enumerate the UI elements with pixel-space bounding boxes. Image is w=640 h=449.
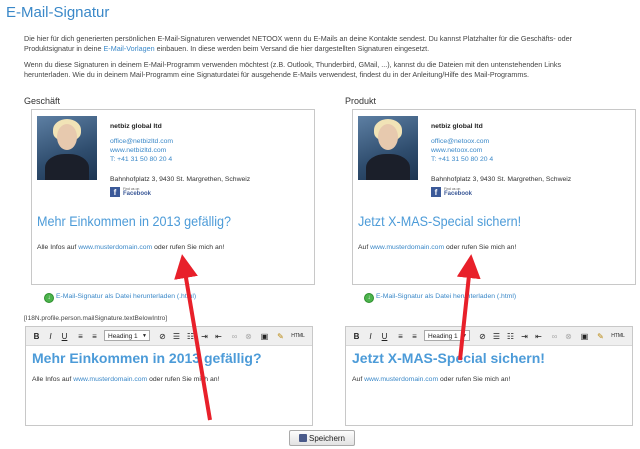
html-source-button[interactable]: HTML: [608, 330, 628, 343]
domain-link[interactable]: www.musterdomain.com: [370, 244, 444, 251]
signature-subline: Alle Infos auf www.musterdomain.com oder…: [37, 244, 225, 251]
underline-button[interactable]: U: [58, 330, 71, 343]
bold-button[interactable]: B: [30, 330, 43, 343]
signature-preview-business: netbiz global ltd office@netbizltd.com w…: [31, 109, 315, 285]
html-source-button[interactable]: HTML: [288, 330, 308, 343]
page-title: E-Mail-Signatur: [6, 4, 110, 21]
signature-editor-business[interactable]: B I U ≡ ≡ Heading 1 ▼ ⊘ ☰ ☷ ⇥ ⇤ ∞ ⊗ ▣ ✎ H…: [25, 326, 313, 426]
save-button[interactable]: Speichern: [289, 430, 355, 446]
format-select[interactable]: Heading 1 ▼: [104, 330, 150, 341]
signature-headline: Jetzt X-MAS-Special sichern!: [358, 213, 522, 229]
editor-subline[interactable]: Alle Infos auf www.musterdomain.com oder…: [32, 376, 219, 383]
email-link[interactable]: office@netbizltd.com: [110, 138, 173, 145]
phone-number: T: +41 31 50 80 20 4: [110, 156, 173, 163]
editor-toolbar: B I U ≡ ≡ Heading 1 ▼ ⊘ ☰ ☷ ⇥ ⇤ ∞ ⊗ ▣ ✎ H…: [26, 327, 312, 346]
chevron-down-icon: ▼: [142, 333, 147, 339]
profile-photo: [37, 116, 97, 180]
indent-icon[interactable]: ⇥: [198, 330, 211, 343]
facebook-icon: f: [431, 187, 441, 197]
domain-link[interactable]: www.musterdomain.com: [73, 376, 147, 383]
download-icon: ↓: [364, 293, 374, 303]
editor-toolbar: B I U ≡ ≡ Heading 1 ▼ ⊘ ☰ ☷ ⇥ ⇤ ∞ ⊗ ▣ ✎ H…: [346, 327, 632, 346]
address: Bahnhofplatz 3, 9430 St. Margrethen, Sch…: [431, 176, 572, 183]
facebook-icon: f: [110, 187, 120, 197]
download-link-product[interactable]: ↓ E-Mail-Signatur als Datei herunterladen…: [364, 293, 516, 303]
align-left-icon[interactable]: ≡: [394, 330, 407, 343]
link-icon[interactable]: ∞: [548, 330, 561, 343]
email-link[interactable]: office@netoox.com: [431, 138, 489, 145]
intro-paragraph-1: Die hier für dich generierten persönlich…: [24, 34, 572, 53]
italic-button[interactable]: I: [44, 330, 57, 343]
editor-headline[interactable]: Mehr Einkommen in 2013 gefällig?: [32, 350, 262, 366]
email-templates-link[interactable]: E-Mail-Vorlagen: [104, 44, 155, 53]
signature-preview-product: netbiz global ltd office@netoox.com www.…: [352, 109, 636, 285]
paint-icon[interactable]: ✎: [594, 330, 607, 343]
align-center-icon[interactable]: ≡: [408, 330, 421, 343]
column-label-product: Produkt: [345, 96, 377, 106]
domain-link[interactable]: www.musterdomain.com: [78, 244, 152, 251]
editor-subline[interactable]: Auf www.musterdomain.com oder rufen Sie …: [352, 376, 510, 383]
clear-format-icon[interactable]: ⊘: [476, 330, 489, 343]
company-name: netbiz global ltd: [431, 123, 483, 130]
intro-paragraph-2: Wenn du diese Signaturen in deinem E-Mai…: [24, 60, 562, 79]
align-left-icon[interactable]: ≡: [74, 330, 87, 343]
bold-button[interactable]: B: [350, 330, 363, 343]
format-select[interactable]: Heading 1 ▼: [424, 330, 470, 341]
address: Bahnhofplatz 3, 9430 St. Margrethen, Sch…: [110, 176, 251, 183]
indent-icon[interactable]: ⇥: [518, 330, 531, 343]
italic-button[interactable]: I: [364, 330, 377, 343]
image-icon[interactable]: ▣: [578, 330, 591, 343]
paint-icon[interactable]: ✎: [274, 330, 287, 343]
signature-headline: Mehr Einkommen in 2013 gefällig?: [37, 213, 232, 229]
website-link[interactable]: www.netoox.com: [431, 147, 482, 154]
floppy-disk-icon: [298, 433, 307, 442]
download-icon: ↓: [44, 293, 54, 303]
website-link[interactable]: www.netbizltd.com: [110, 147, 166, 154]
signature-editor-product[interactable]: B I U ≡ ≡ Heading 1 ▼ ⊘ ☰ ☷ ⇥ ⇤ ∞ ⊗ ▣ ✎ H…: [345, 326, 633, 426]
unlink-icon[interactable]: ⊗: [242, 330, 255, 343]
profile-photo: [358, 116, 418, 180]
domain-link[interactable]: www.musterdomain.com: [364, 376, 438, 383]
numbered-list-icon[interactable]: ☷: [184, 330, 197, 343]
outdent-icon[interactable]: ⇤: [532, 330, 545, 343]
i18n-placeholder: [I18N.profile.person.mailSignature.textB…: [24, 315, 168, 322]
chevron-down-icon: ▼: [462, 333, 467, 339]
outdent-icon[interactable]: ⇤: [212, 330, 225, 343]
column-label-business: Geschäft: [24, 96, 61, 106]
image-icon[interactable]: ▣: [258, 330, 271, 343]
numbered-list-icon[interactable]: ☷: [504, 330, 517, 343]
signature-subline: Auf www.musterdomain.com oder rufen Sie …: [358, 244, 517, 251]
link-icon[interactable]: ∞: [228, 330, 241, 343]
unlink-icon[interactable]: ⊗: [562, 330, 575, 343]
underline-button[interactable]: U: [378, 330, 391, 343]
clear-format-icon[interactable]: ⊘: [156, 330, 169, 343]
bullet-list-icon[interactable]: ☰: [490, 330, 503, 343]
phone-number: T: +41 31 50 80 20 4: [431, 156, 494, 163]
company-name: netbiz global ltd: [110, 123, 162, 130]
editor-headline[interactable]: Jetzt X-MAS-Special sichern!: [352, 350, 545, 366]
align-center-icon[interactable]: ≡: [88, 330, 101, 343]
download-link-business[interactable]: ↓ E-Mail-Signatur als Datei herunterladen…: [44, 293, 196, 303]
bullet-list-icon[interactable]: ☰: [170, 330, 183, 343]
